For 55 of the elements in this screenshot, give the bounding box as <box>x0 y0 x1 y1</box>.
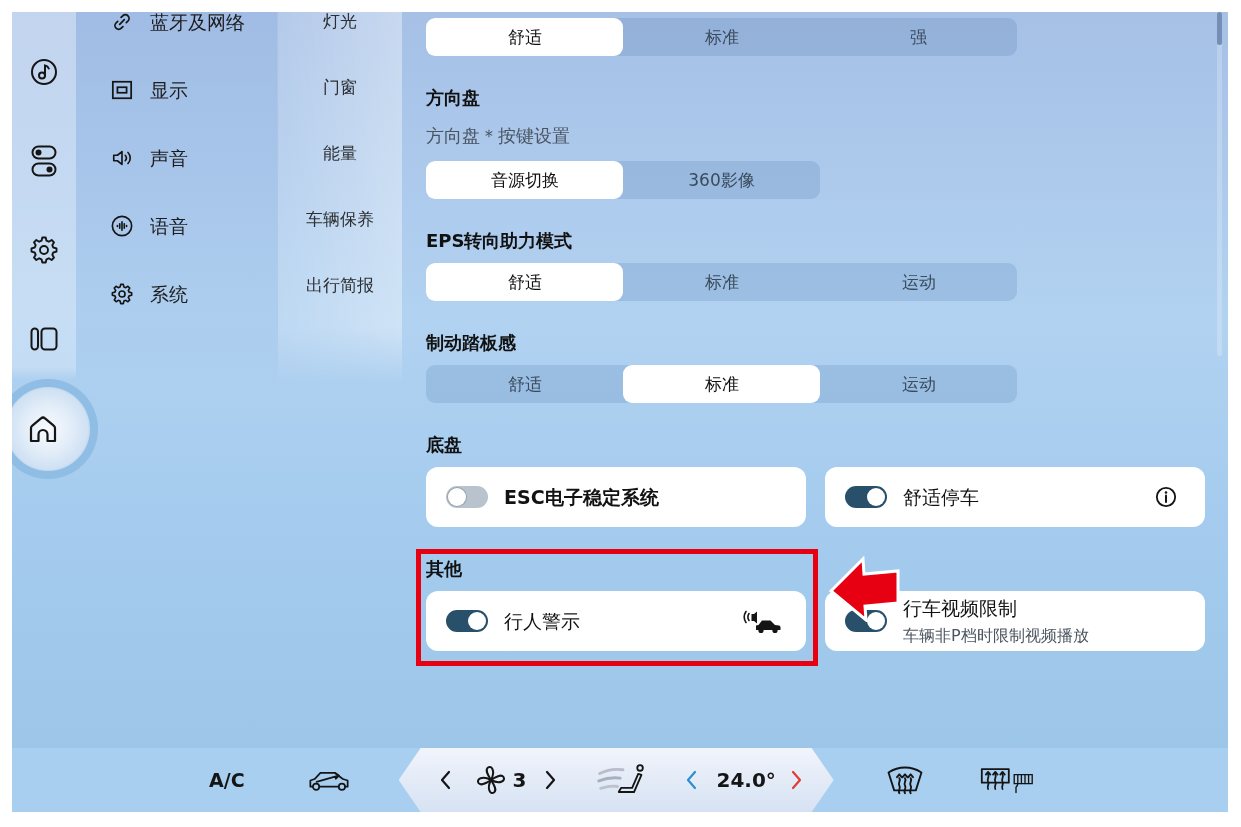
toggle-switch[interactable] <box>446 610 488 632</box>
segment-option[interactable]: 舒适 <box>426 365 623 403</box>
segment-option[interactable]: 舒适 <box>426 18 623 56</box>
car-sound-icon <box>742 608 782 634</box>
screen-icon <box>111 79 133 101</box>
fan-speed: 3 <box>512 768 527 792</box>
windshield-defrost-icon[interactable] <box>885 764 924 796</box>
segment-option[interactable]: 运动 <box>820 365 1017 403</box>
section-heading: 其他 <box>426 557 462 581</box>
menu-item[interactable]: 蓝牙及网络 <box>76 12 277 32</box>
music-icon <box>30 58 58 86</box>
settings-icon <box>30 236 58 264</box>
toggle-switch[interactable] <box>446 486 488 508</box>
scroll-thumb[interactable] <box>1217 12 1222 45</box>
segment-option[interactable]: 强 <box>820 18 1017 56</box>
section-heading: 制动踏板感 <box>426 331 516 355</box>
switches-icon <box>31 145 57 177</box>
fan-icon <box>474 764 507 796</box>
home-icon <box>27 414 59 444</box>
segment-option[interactable]: 360影像 <box>623 161 820 199</box>
chevron-right-icon[interactable] <box>544 770 557 790</box>
info-icon[interactable] <box>1155 486 1177 508</box>
segment-option[interactable]: 标准 <box>623 365 820 403</box>
rear-defrost-icon[interactable] <box>979 765 1034 795</box>
panels-icon <box>30 327 58 351</box>
submenu-item[interactable]: 出行简报 <box>306 276 374 294</box>
link-icon <box>111 12 133 33</box>
submenu-item[interactable]: 能量 <box>323 144 357 162</box>
chevron-left-icon[interactable] <box>438 770 451 790</box>
menu-item[interactable]: 语音 <box>76 216 277 236</box>
section-heading: 底盘 <box>426 433 462 457</box>
submenu-item[interactable]: 门窗 <box>323 78 357 96</box>
menu-item[interactable]: 系统 <box>76 284 277 304</box>
setting-label: ESC电子稳定系统 <box>504 485 659 509</box>
toggle-switch[interactable] <box>845 486 887 508</box>
segment-option[interactable]: 运动 <box>820 263 1017 301</box>
temperature: 24.0° <box>716 768 776 792</box>
ac-button[interactable]: A/C <box>209 769 245 791</box>
section-heading: 方向盘 <box>426 86 480 110</box>
segment-option[interactable]: 标准 <box>623 263 820 301</box>
segment-option[interactable]: 标准 <box>623 18 820 56</box>
section-heading: EPS转向助力模式 <box>426 229 573 253</box>
setting-label: 行车视频限制 <box>903 595 1017 620</box>
menu-item[interactable]: 声音 <box>76 148 277 168</box>
setting-label: 行人警示 <box>504 609 580 633</box>
settings-icon <box>111 283 133 305</box>
setting-label: 舒适停车 <box>903 485 979 509</box>
section-subtitle: 方向盘＊按键设置 <box>426 124 570 148</box>
setting-description: 车辆非P档时限制视频播放 <box>903 624 1089 647</box>
waveform-icon <box>111 215 133 237</box>
submenu-item[interactable]: 灯光 <box>323 12 357 30</box>
submenu-item[interactable]: 车辆保养 <box>306 210 374 228</box>
segment-option[interactable]: 音源切换 <box>426 161 623 199</box>
menu-item[interactable]: 显示 <box>76 80 277 100</box>
segment-option[interactable]: 舒适 <box>426 263 623 301</box>
